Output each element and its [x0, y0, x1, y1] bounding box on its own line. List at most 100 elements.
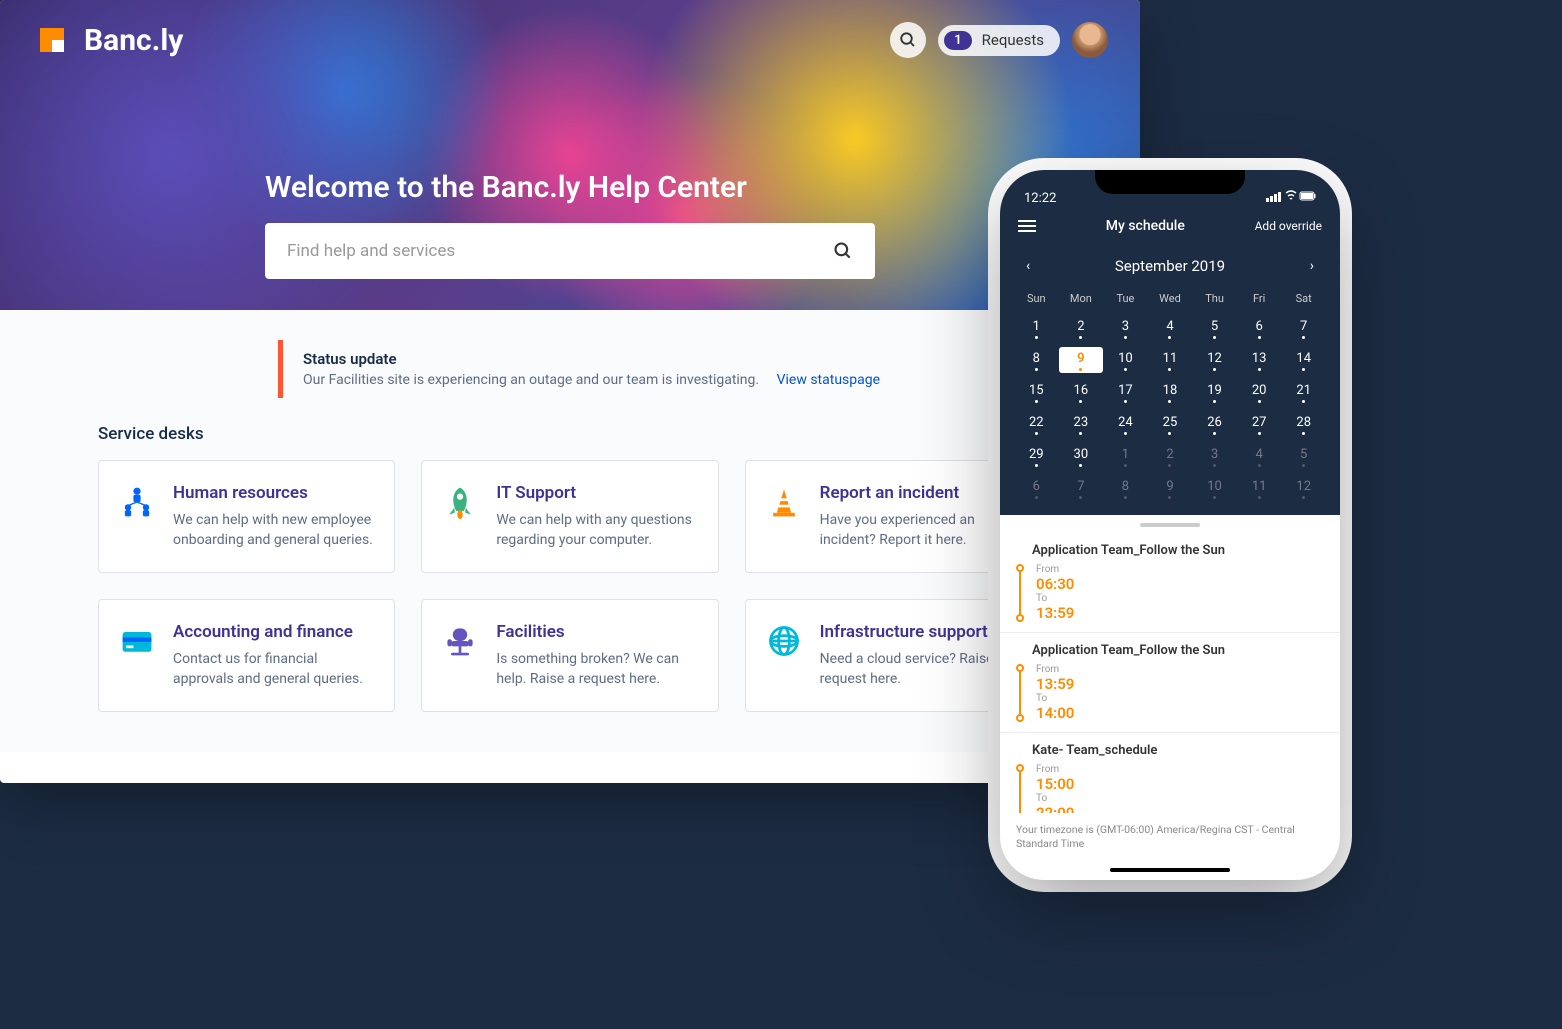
card-desc: Is something broken? We can help. Raise …	[496, 650, 697, 689]
card-title: Accounting and finance	[173, 622, 374, 642]
schedule-name: Application Team_Follow the Sun	[1032, 543, 1324, 558]
avatar[interactable]	[1072, 22, 1108, 58]
schedule-name: Kate- Team_schedule	[1032, 743, 1324, 758]
card-facilities[interactable]: Facilities Is something broken? We can h…	[421, 599, 718, 712]
add-override-button[interactable]: Add override	[1255, 219, 1322, 233]
card-human-resources[interactable]: Human resources We can help with new emp…	[98, 460, 395, 573]
calendar-day[interactable]: 5	[1192, 315, 1237, 341]
cone-icon	[766, 483, 802, 519]
calendar-day[interactable]: 2	[1059, 315, 1104, 341]
calendar-grid: SunMonTueWedThuFriSat1234567891011121314…	[1014, 288, 1326, 501]
schedule-name: Application Team_Follow the Sun	[1032, 643, 1324, 658]
calendar-dow: Thu	[1192, 288, 1237, 309]
calendar-day[interactable]: 25	[1148, 411, 1193, 437]
help-center-window: Banc.ly 1 Requests Welcome to the Banc.l…	[0, 0, 1140, 783]
to-time: 13:59	[1036, 604, 1324, 622]
content-area: Status update Our Facilities site is exp…	[0, 310, 1140, 752]
status-body: Our Facilities site is experiencing an o…	[303, 372, 1042, 388]
calendar-day[interactable]: 21	[1281, 379, 1326, 405]
calendar-day[interactable]: 1	[1014, 315, 1059, 341]
search-icon	[833, 241, 853, 261]
calendar-day[interactable]: 4	[1237, 443, 1282, 469]
calendar-day[interactable]: 1	[1103, 443, 1148, 469]
home-indicator[interactable]	[1110, 868, 1230, 872]
calendar-day[interactable]: 11	[1237, 475, 1282, 501]
schedule-item[interactable]: Kate- Team_scheduleFrom15:00To22:00	[1000, 733, 1340, 813]
schedule-item[interactable]: Application Team_Follow the SunFrom13:59…	[1000, 633, 1340, 733]
calendar-day[interactable]: 4	[1148, 315, 1193, 341]
calendar-day[interactable]: 8	[1014, 347, 1059, 373]
phone-notch	[1095, 170, 1245, 194]
calendar-day[interactable]: 15	[1014, 379, 1059, 405]
logo[interactable]: Banc.ly	[32, 20, 183, 60]
card-desc: We can help with any questions regarding…	[496, 511, 697, 550]
from-label: From	[1036, 664, 1324, 675]
card-icon	[119, 622, 155, 658]
search-input[interactable]	[287, 241, 833, 261]
calendar-day[interactable]: 23	[1059, 411, 1104, 437]
calendar-day[interactable]: 29	[1014, 443, 1059, 469]
calendar-day[interactable]: 19	[1192, 379, 1237, 405]
calendar-day[interactable]: 20	[1237, 379, 1282, 405]
logo-icon	[32, 20, 72, 60]
phone-mockup: 12:22 My schedule Add override ‹ Septemb…	[1000, 170, 1340, 880]
hero-content: Welcome to the Banc.ly Help Center	[265, 170, 875, 279]
calendar-day[interactable]: 2	[1148, 443, 1193, 469]
topbar: Banc.ly 1 Requests	[0, 0, 1140, 80]
card-infrastructure-support[interactable]: Infrastructure support Need a cloud serv…	[745, 599, 1042, 712]
requests-button[interactable]: 1 Requests	[938, 25, 1060, 56]
calendar-nav: ‹ September 2019 ›	[1014, 250, 1326, 288]
card-desc: Need a cloud service? Raise a request he…	[820, 650, 1021, 689]
calendar-day[interactable]: 12	[1192, 347, 1237, 373]
from-time: 06:30	[1036, 575, 1324, 593]
calendar-day[interactable]: 18	[1148, 379, 1193, 405]
calendar-day[interactable]: 9	[1059, 347, 1104, 373]
schedule-item[interactable]: Application Team_Follow the Sun From06:30…	[1000, 533, 1340, 633]
search-bar[interactable]	[265, 223, 875, 279]
to-time: 22:00	[1036, 804, 1324, 813]
calendar-day[interactable]: 3	[1103, 315, 1148, 341]
search-button[interactable]	[890, 22, 926, 58]
menu-button[interactable]	[1018, 220, 1036, 232]
calendar-day[interactable]: 27	[1237, 411, 1282, 437]
calendar-day[interactable]: 16	[1059, 379, 1104, 405]
card-accounting-finance[interactable]: Accounting and finance Contact us for fi…	[98, 599, 395, 712]
calendar-day[interactable]: 8	[1103, 475, 1148, 501]
calendar-day[interactable]: 30	[1059, 443, 1104, 469]
status-banner: Status update Our Facilities site is exp…	[278, 340, 1042, 398]
calendar-day[interactable]: 3	[1192, 443, 1237, 469]
status-link[interactable]: View statuspage	[777, 372, 880, 388]
prev-month-button[interactable]: ‹	[1022, 254, 1034, 278]
card-report-incident[interactable]: Report an incident Have you experienced …	[745, 460, 1042, 573]
next-month-button[interactable]: ›	[1306, 254, 1318, 278]
calendar-day[interactable]: 17	[1103, 379, 1148, 405]
calendar-day[interactable]: 10	[1103, 347, 1148, 373]
calendar-day[interactable]: 13	[1237, 347, 1282, 373]
from-label: From	[1036, 564, 1324, 575]
card-title: IT Support	[496, 483, 697, 503]
calendar-day[interactable]: 5	[1281, 443, 1326, 469]
calendar-day[interactable]: 14	[1281, 347, 1326, 373]
card-it-support[interactable]: IT Support We can help with any question…	[421, 460, 718, 573]
calendar-day[interactable]: 28	[1281, 411, 1326, 437]
calendar-day[interactable]: 6	[1014, 475, 1059, 501]
requests-label: Requests	[982, 31, 1044, 49]
phone-header: My schedule Add override	[1000, 210, 1340, 244]
calendar-day[interactable]: 26	[1192, 411, 1237, 437]
service-desk-cards: Human resources We can help with new emp…	[98, 460, 1042, 712]
calendar-day[interactable]: 6	[1237, 315, 1282, 341]
phone-title: My schedule	[1106, 218, 1185, 234]
to-time: 14:00	[1036, 704, 1324, 722]
calendar-day[interactable]: 11	[1148, 347, 1193, 373]
calendar-day[interactable]: 22	[1014, 411, 1059, 437]
calendar-day[interactable]: 10	[1192, 475, 1237, 501]
calendar-day[interactable]: 7	[1059, 475, 1104, 501]
calendar-day[interactable]: 12	[1281, 475, 1326, 501]
schedule-list[interactable]: Application Team_Follow the SunFrom06:30…	[1000, 533, 1340, 813]
calendar-day[interactable]: 7	[1281, 315, 1326, 341]
drag-handle[interactable]	[1140, 523, 1200, 527]
chair-icon	[442, 622, 478, 658]
calendar-day[interactable]: 9	[1148, 475, 1193, 501]
calendar-day[interactable]: 24	[1103, 411, 1148, 437]
phone-screen: 12:22 My schedule Add override ‹ Septemb…	[1000, 170, 1340, 880]
